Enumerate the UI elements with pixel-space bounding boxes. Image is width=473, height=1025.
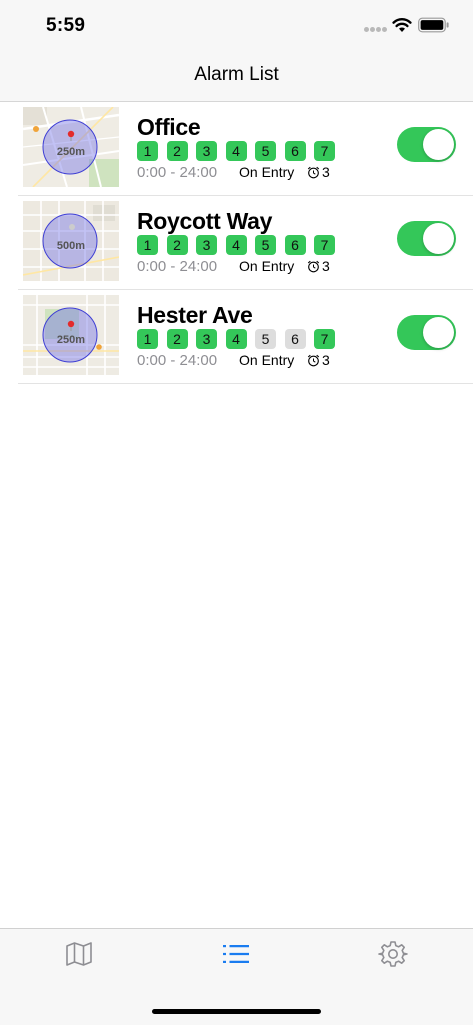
map-thumbnail: 500m xyxy=(23,201,119,281)
battery-icon xyxy=(418,17,449,33)
radius-label: 500m xyxy=(56,240,86,252)
alarm-clock-icon xyxy=(307,260,320,273)
day-chip: 6 xyxy=(284,329,306,349)
day-chip: 4 xyxy=(225,141,247,161)
radius-label: 250m xyxy=(56,146,86,158)
alarm-row[interactable]: 500m Roycott Way 1 2 3 4 5 6 7 0:00 - 24… xyxy=(18,196,473,290)
day-chip: 3 xyxy=(196,141,217,161)
alarm-name: Office xyxy=(137,114,201,140)
map-thumbnail: 250m xyxy=(23,107,119,187)
time-range: 0:00 - 24:00 xyxy=(137,164,218,181)
alarm-count: 3 xyxy=(322,258,330,274)
trigger-type: On Entry xyxy=(239,352,295,368)
alarm-row[interactable]: 250m Hester Ave 1 2 3 4 5 6 7 0:00 - 24:… xyxy=(18,290,473,384)
day-chip: 4 xyxy=(225,329,247,349)
alarm-name: Hester Ave xyxy=(137,302,253,328)
toggle-knob xyxy=(423,129,454,160)
day-chip: 7 xyxy=(314,235,335,255)
alarm-row[interactable]: 250m Office 1 2 3 4 5 6 7 0:00 - 24:00 O… xyxy=(18,102,473,196)
time-range: 0:00 - 24:00 xyxy=(137,258,218,275)
day-chip: 5 xyxy=(255,235,276,255)
alarm-enabled-toggle[interactable] xyxy=(397,315,456,350)
day-chip: 5 xyxy=(255,141,276,161)
day-chip: 1 xyxy=(137,141,158,161)
trigger-type: On Entry xyxy=(239,164,295,180)
day-chip: 3 xyxy=(196,235,217,255)
list-icon[interactable] xyxy=(221,939,251,969)
time-range: 0:00 - 24:00 xyxy=(137,352,218,369)
day-chip: 1 xyxy=(137,329,158,349)
day-chip: 1 xyxy=(137,235,158,255)
alarm-name: Roycott Way xyxy=(137,208,273,234)
day-chip: 6 xyxy=(284,235,306,255)
day-chip: 3 xyxy=(196,329,217,349)
day-chip: 7 xyxy=(314,329,335,349)
day-chip: 4 xyxy=(225,235,247,255)
day-chip: 2 xyxy=(166,235,188,255)
day-chip: 6 xyxy=(284,141,306,161)
alarm-enabled-toggle[interactable] xyxy=(397,127,456,162)
map-thumbnail: 250m xyxy=(23,295,119,375)
status-time: 5:59 xyxy=(46,15,86,36)
trigger-type: On Entry xyxy=(239,258,295,274)
status-bar: 5:59 xyxy=(0,0,473,52)
alarm-count: 3 xyxy=(322,164,330,180)
toggle-knob xyxy=(423,317,454,348)
day-chip: 2 xyxy=(166,329,188,349)
gear-icon[interactable] xyxy=(378,939,408,969)
day-chip: 2 xyxy=(166,141,188,161)
alarm-enabled-toggle[interactable] xyxy=(397,221,456,256)
wifi-icon xyxy=(392,18,412,32)
alarm-clock-icon xyxy=(307,166,320,179)
page-title: Alarm List xyxy=(194,64,279,85)
alarm-list: 250m Office 1 2 3 4 5 6 7 0:00 - 24:00 O… xyxy=(0,102,473,384)
toggle-knob xyxy=(423,223,454,254)
map-icon[interactable] xyxy=(64,939,94,969)
day-chip: 5 xyxy=(255,329,276,349)
alarm-count: 3 xyxy=(322,352,330,368)
navigation-bar: Alarm List xyxy=(0,52,473,102)
cellular-signal-icon xyxy=(364,27,388,33)
alarm-clock-icon xyxy=(307,354,320,367)
radius-label: 250m xyxy=(56,334,86,346)
home-indicator xyxy=(152,1009,321,1014)
day-chip: 7 xyxy=(314,141,335,161)
